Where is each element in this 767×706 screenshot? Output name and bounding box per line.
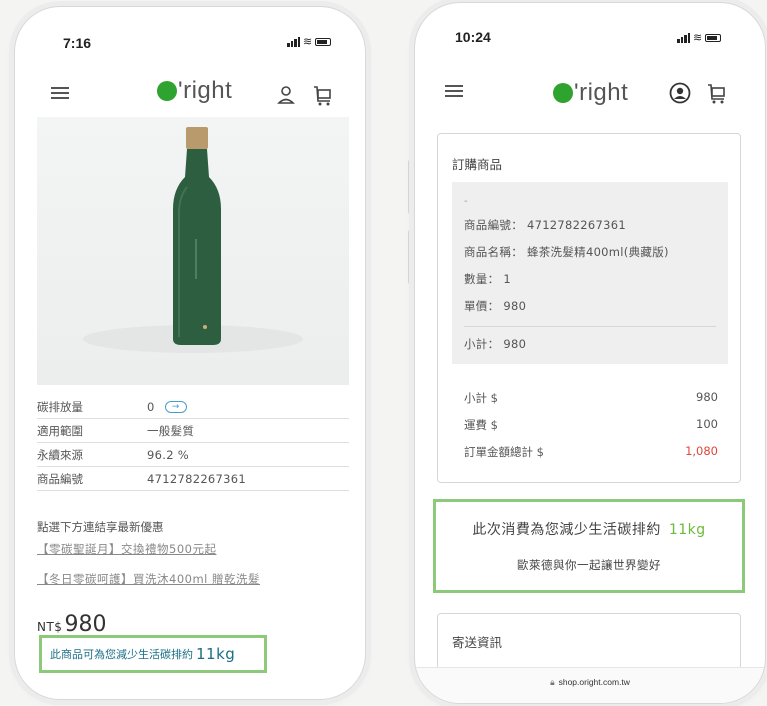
phone-side-button [9, 150, 13, 190]
status-icons: ≋ [677, 31, 722, 44]
spec-table: 碳排放量 0 → 適用範圍 一般髮質 永續來源 96.2 % 商品編號 47127… [37, 395, 349, 491]
phone-side-button [9, 88, 13, 128]
top-nav: 'right [15, 73, 365, 113]
right-phone: 10:24 ≋ 'right 訂購商品 - 商品編號： 471278226736… [414, 2, 766, 704]
status-bar: 7:16 ≋ [15, 7, 365, 67]
top-nav: 'right [415, 71, 765, 111]
logo-dot [553, 83, 573, 103]
wifi-icon: ≋ [693, 31, 703, 44]
shipping-title: 寄送資訊 [452, 635, 503, 650]
signal-icon [287, 37, 300, 47]
product-price: NT$ 980 [37, 612, 107, 637]
shipping-card: 寄送資訊 [437, 613, 741, 673]
spec-row: 適用範圍 一般髮質 [37, 419, 349, 443]
oright-logo[interactable]: 'right [553, 79, 628, 107]
promo-link[interactable]: 【冬日零碳呵護】買洗沐400ml 贈乾洗髮 [37, 571, 260, 587]
item-name: 商品名稱： 蜂茶洗髮精400ml(典藏版) [464, 245, 669, 259]
lock-icon: 🔒︎ [550, 677, 555, 687]
user-icon[interactable] [277, 85, 295, 105]
item-sku: 商品編號： 4712782267361 [464, 218, 626, 232]
status-time: 10:24 [455, 29, 491, 45]
browser-url-bar[interactable]: 🔒︎ shop.oright.com.tw [415, 667, 765, 703]
item-subtotal: 小計： 980 [464, 337, 527, 351]
carbon-detail-arrow-icon[interactable]: → [164, 400, 187, 413]
status-icons: ≋ [287, 35, 332, 48]
screenshot-stage: 7:16 ≋ 'right 碳排放量 0 → 適用範圍 一般髮質 永續來源 96… [0, 0, 767, 706]
logo-dot [157, 81, 177, 101]
oright-logo[interactable]: 'right [157, 77, 232, 105]
account-icon[interactable] [669, 82, 691, 104]
carbon-reduction-banner: 此商品可為您減少生活碳排約 11kg [39, 635, 267, 673]
summary-total: 訂單金額總計 $ 1,080 [464, 444, 718, 459]
summary-subtotal: 小計 $ 980 [464, 390, 718, 405]
spec-row: 碳排放量 0 → [37, 395, 349, 419]
order-title: 訂購商品 [452, 157, 503, 172]
status-bar: 10:24 ≋ [415, 3, 765, 63]
signal-icon [677, 33, 690, 43]
promo-link[interactable]: 【零碳聖誕月】交換禮物500元起 [37, 541, 216, 557]
item-quantity: 數量： 1 [464, 272, 511, 286]
cart-icon[interactable] [313, 85, 333, 107]
order-item-box: - 商品編號： 4712782267361 商品名稱： 蜂茶洗髮精400ml(典… [452, 182, 728, 364]
carbon-reduction-banner: 此次消費為您減少生活碳排約 11kg 歐萊德與你一起讓世界變好 [433, 499, 745, 593]
url-text: shop.oright.com.tw [558, 677, 630, 687]
battery-icon [315, 38, 332, 46]
summary-shipping: 運費 $ 100 [464, 417, 718, 432]
battery-icon [705, 34, 722, 42]
order-card: 訂購商品 - 商品編號： 4712782267361 商品名稱： 蜂茶洗髮精40… [437, 133, 741, 483]
left-phone: 7:16 ≋ 'right 碳排放量 0 → 適用範圍 一般髮質 永續來源 96… [14, 6, 366, 700]
menu-icon[interactable] [51, 87, 69, 99]
spec-row: 商品編號 4712782267361 [37, 467, 349, 491]
phone-side-button [408, 230, 412, 284]
product-image [37, 117, 349, 385]
menu-icon[interactable] [445, 85, 463, 97]
promo-title: 點選下方連結享最新優惠 [37, 520, 164, 534]
cart-icon[interactable] [707, 83, 727, 105]
divider [464, 326, 716, 327]
phone-side-button [408, 160, 412, 214]
status-time: 7:16 [63, 35, 92, 51]
wifi-icon: ≋ [303, 35, 313, 48]
green-bottle-image [83, 127, 303, 353]
item-unit-price: 單價： 980 [464, 299, 527, 313]
spec-row: 永續來源 96.2 % [37, 443, 349, 467]
